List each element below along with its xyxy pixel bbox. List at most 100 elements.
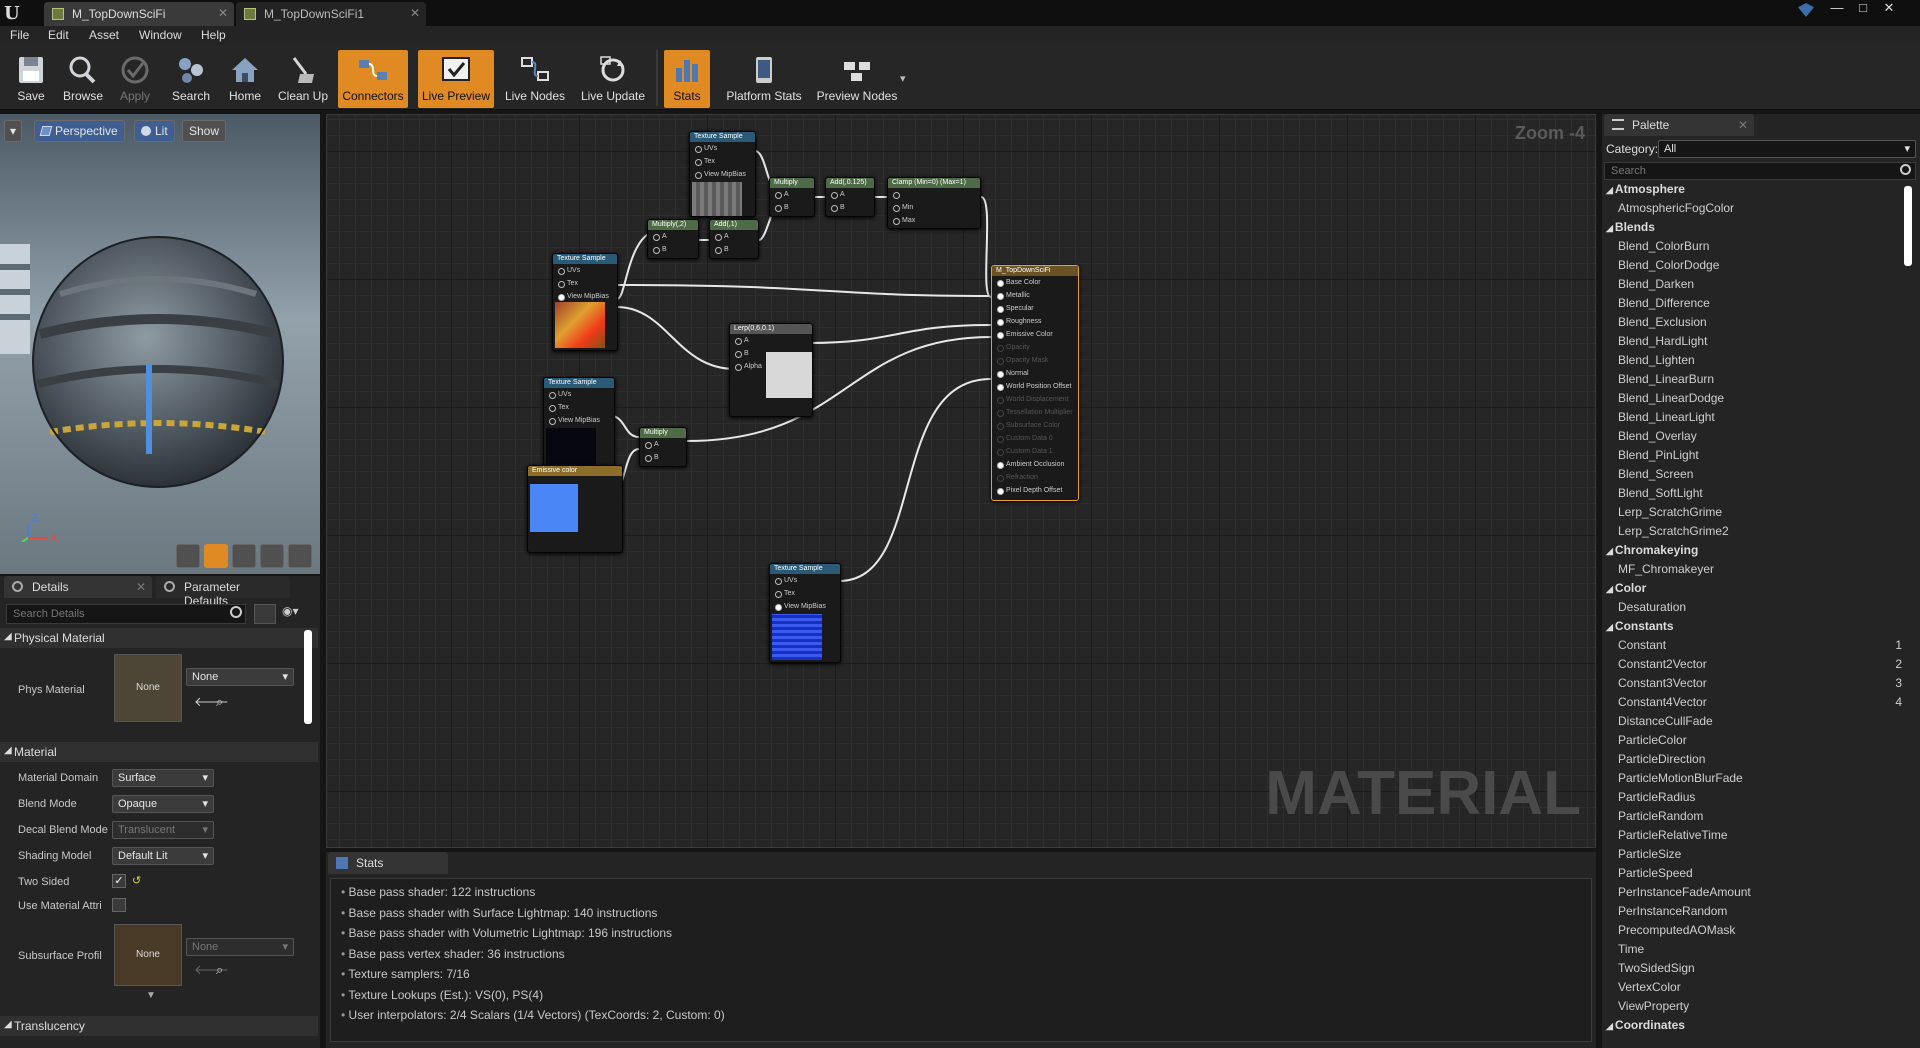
tab-m-topdownscifi[interactable]: M_TopDownSciFi ✕ (44, 2, 234, 26)
palette-item[interactable]: Blend_Lighten (1618, 353, 1902, 372)
add-node[interactable]: Add(,0.125) A B (825, 177, 875, 217)
pin-b[interactable]: B (648, 243, 698, 256)
platform-stats-button[interactable]: Platform Stats (720, 50, 808, 108)
pin-b[interactable]: B (770, 201, 814, 214)
live-preview-button[interactable]: Live Preview (418, 50, 494, 108)
menu-file[interactable]: File (10, 28, 29, 42)
texture-sample-node[interactable]: Texture Sample UVs Tex View MipBias (543, 377, 615, 477)
palette-item[interactable]: Blend_HardLight (1618, 334, 1902, 353)
minimize-button[interactable]: — (1826, 0, 1848, 18)
texture-sample-node[interactable]: Texture Sample UVs Tex View MipBias (552, 253, 618, 351)
search-details-input[interactable]: Search Details (6, 604, 246, 624)
output-pin-pixel-depth-offset[interactable]: Pixel Depth Offset (992, 484, 1078, 497)
output-pin-ambient-occlusion[interactable]: Ambient Occlusion (992, 458, 1078, 471)
palette-item[interactable]: Constant3Vector 3 (1618, 676, 1902, 695)
palette-item[interactable]: Blend_Overlay (1618, 429, 1902, 448)
pin-a[interactable]: A (640, 438, 686, 451)
output-pin-specular[interactable]: Specular (992, 302, 1078, 315)
pin-a[interactable]: A (710, 230, 758, 243)
subsurface-profile-dropdown[interactable]: None (186, 938, 294, 956)
sphere-preview-icon[interactable] (204, 544, 228, 568)
preview-viewport[interactable]: ▾ Perspective Lit Show Z X (0, 114, 320, 574)
source-control-icon[interactable] (1798, 3, 1814, 17)
clamp-node[interactable]: Clamp (Min=0) (Max=1) Min Max (887, 177, 981, 229)
apply-button[interactable]: Apply (108, 50, 162, 108)
cylinder-preview-icon[interactable] (176, 544, 200, 568)
pin-view-mipbias[interactable]: View MipBias (544, 414, 614, 427)
palette-item[interactable]: ParticleSpeed (1618, 866, 1902, 885)
save-button[interactable]: Save (4, 50, 58, 108)
palette-item[interactable]: Blend_Darken (1618, 277, 1902, 296)
close-window-button[interactable]: ✕ (1878, 0, 1900, 18)
palette-category[interactable]: ◢ Atmosphere (1606, 182, 1902, 201)
texture-sample-node[interactable]: Texture Sample UVs Tex View MipBias (769, 563, 841, 663)
pin-uvs[interactable]: UVs (553, 264, 617, 277)
cube-preview-icon[interactable] (260, 544, 284, 568)
tab-details[interactable]: Details ✕ (4, 576, 152, 598)
browse-asset-icon[interactable]: ⌕ (216, 962, 223, 978)
palette-item[interactable]: Blend_Difference (1618, 296, 1902, 315)
preview-nodes-button[interactable]: Preview Nodes (814, 50, 900, 108)
palette-item[interactable]: DistanceCullFade (1618, 714, 1902, 733)
visibility-eye-icon[interactable]: ◉▾ (282, 604, 314, 624)
viewport-options-button[interactable]: ▾ (4, 120, 23, 142)
output-pin-world-displacement[interactable]: World Displacement (992, 393, 1078, 406)
use-material-attributes-checkbox[interactable] (112, 898, 126, 912)
palette-item[interactable]: ParticleRelativeTime (1618, 828, 1902, 847)
output-pin-normal[interactable]: Normal (992, 367, 1078, 380)
multiply-node[interactable]: Multiply A B (639, 427, 687, 467)
palette-item[interactable]: MF_Chromakeyer (1618, 562, 1902, 581)
pin-view-mipbias[interactable]: View MipBias (690, 168, 755, 181)
output-pin-base-color[interactable]: Base Color (992, 276, 1078, 289)
emissive-color-node[interactable]: Emissive color (527, 465, 623, 553)
palette-item[interactable]: Blend_PinLight (1618, 448, 1902, 467)
expand-more-icon[interactable]: ▼ (146, 990, 156, 1001)
palette-search-input[interactable]: Search (1604, 162, 1916, 180)
pin-tex[interactable]: Tex (690, 155, 755, 168)
section-physical-material[interactable]: ◢ Physical Material (0, 628, 318, 648)
multiply-node[interactable]: Multiply A B (769, 177, 815, 217)
palette-item[interactable]: ParticleDirection (1618, 752, 1902, 771)
home-button[interactable]: Home (218, 50, 272, 108)
tab-palette[interactable]: Palette ✕ (1604, 114, 1754, 136)
pin-a[interactable]: A (730, 334, 812, 347)
use-selected-arrow-icon[interactable]: 🡐 (194, 694, 229, 710)
pin-input[interactable] (888, 188, 980, 201)
palette-item[interactable]: ParticleSize (1618, 847, 1902, 866)
material-graph[interactable]: Zoom -4 MATERIAL Texture Sample UVs Tex … (326, 114, 1596, 848)
output-pin-tessellation-multiplier[interactable]: Tessellation Multiplier (992, 406, 1078, 419)
palette-item[interactable]: Constant2Vector 2 (1618, 657, 1902, 676)
clean-up-button[interactable]: Clean Up (274, 50, 332, 108)
material-output-node[interactable]: M_TopDownSciFi Base Color Metallic Specula… (991, 265, 1079, 501)
subsurface-profile-thumbnail[interactable]: None (114, 924, 182, 986)
output-pin-metallic[interactable]: Metallic (992, 289, 1078, 302)
tab-stats[interactable]: Stats (328, 852, 448, 874)
palette-item[interactable]: Constant 1 (1618, 638, 1902, 657)
palette-item[interactable]: TwoSidedSign (1618, 961, 1902, 980)
menu-window[interactable]: Window (139, 28, 182, 42)
palette-item[interactable]: Time (1618, 942, 1902, 961)
pin-a[interactable]: A (770, 188, 814, 201)
blend-mode-dropdown[interactable]: Opaque (112, 795, 214, 813)
palette-item[interactable]: Desaturation (1618, 600, 1902, 619)
search-button[interactable]: Search (164, 50, 218, 108)
palette-item[interactable]: PerInstanceFadeAmount (1618, 885, 1902, 904)
category-dropdown[interactable]: All (1658, 140, 1916, 158)
palette-item[interactable]: ParticleMotionBlurFade (1618, 771, 1902, 790)
pin-b[interactable]: B (640, 451, 686, 464)
use-selected-arrow-icon[interactable]: 🡐 (194, 962, 229, 978)
palette-item[interactable]: Blend_LinearDodge (1618, 391, 1902, 410)
palette-item[interactable]: Blend_Screen (1618, 467, 1902, 486)
pin-tex[interactable]: Tex (553, 277, 617, 290)
two-sided-checkbox[interactable]: ✓ (112, 874, 126, 888)
palette-category[interactable]: ◢ Constants (1606, 619, 1902, 638)
reset-to-default-icon[interactable]: ↺ (132, 874, 141, 887)
output-pin-opacity-mask[interactable]: Opacity Mask (992, 354, 1078, 367)
texture-sample-node[interactable]: Texture Sample UVs Tex View MipBias (689, 131, 756, 217)
palette-item[interactable]: PerInstanceRandom (1618, 904, 1902, 923)
show-button[interactable]: Show (182, 120, 227, 142)
palette-item[interactable]: Blend_LinearBurn (1618, 372, 1902, 391)
pin-b[interactable]: B (826, 201, 874, 214)
palette-item[interactable]: VertexColor (1618, 980, 1902, 999)
palette-item[interactable]: PrecomputedAOMask (1618, 923, 1902, 942)
